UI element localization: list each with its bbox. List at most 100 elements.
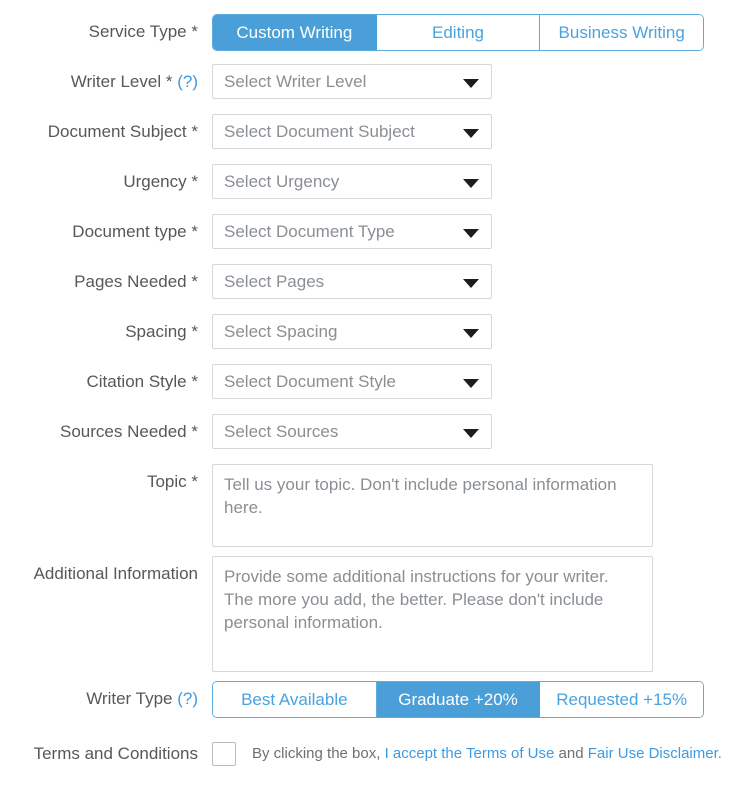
label-writer-level: Writer Level * (?) <box>0 64 212 99</box>
form-row-sources-needed: Sources Needed * Select Sources <box>0 414 744 464</box>
select-document-subject[interactable]: Select Document Subject <box>212 114 492 149</box>
label-spacing: Spacing * <box>0 314 212 349</box>
link-terms-of-use[interactable]: I accept the Terms of Use <box>385 745 555 762</box>
label-urgency: Urgency * <box>0 164 212 199</box>
button-requested[interactable]: Requested +15% <box>540 682 703 717</box>
control-document-type: Select Document Type <box>212 214 744 249</box>
label-spacing-text: Spacing <box>125 322 187 341</box>
control-pages-needed: Select Pages <box>212 264 744 299</box>
label-document-subject-text: Document Subject <box>47 122 187 141</box>
control-spacing: Select Spacing <box>212 314 744 349</box>
select-spacing[interactable]: Select Spacing <box>212 314 492 349</box>
select-sources-needed[interactable]: Select Sources <box>212 414 492 449</box>
label-topic: Topic * <box>0 464 212 499</box>
control-terms: By clicking the box, I accept the Terms … <box>212 736 744 771</box>
label-terms-and-conditions: Terms and Conditions <box>33 744 198 763</box>
help-icon[interactable]: (?) <box>177 72 198 91</box>
label-topic-text: Topic <box>146 472 187 491</box>
form-row-writer-type: Writer Type (?) Best Available Graduate … <box>0 681 744 736</box>
button-graduate[interactable]: Graduate +20% <box>376 682 541 717</box>
control-writer-level: Select Writer Level <box>212 64 744 99</box>
label-writer-level-text: Writer Level <box>70 72 162 91</box>
additional-information-textarea[interactable]: Provide some additional instructions for… <box>212 556 653 672</box>
form-row-urgency: Urgency * Select Urgency <box>0 164 744 214</box>
label-writer-type-text: Writer Type <box>86 689 173 708</box>
form-row-document-type: Document type * Select Document Type <box>0 214 744 264</box>
button-best-available[interactable]: Best Available <box>213 682 377 717</box>
form-row-topic: Topic * Tell us your topic. Don't includ… <box>0 464 744 556</box>
form-row-terms: Terms and Conditions By clicking the box… <box>0 736 744 786</box>
tab-editing[interactable]: Editing <box>376 15 541 50</box>
chevron-down-icon <box>463 328 479 338</box>
terms-text-middle: and <box>554 745 588 762</box>
required-asterisk: * <box>165 72 173 91</box>
topic-textarea[interactable]: Tell us your topic. Don't include person… <box>212 464 653 547</box>
label-document-type: Document type * <box>0 214 212 249</box>
chevron-down-icon <box>463 428 479 438</box>
control-topic: Tell us your topic. Don't include person… <box>212 464 744 547</box>
required-asterisk: * <box>191 472 198 491</box>
label-pages-needed: Pages Needed * <box>0 264 212 299</box>
label-urgency-text: Urgency <box>123 172 187 191</box>
required-asterisk: * <box>191 372 198 391</box>
chevron-down-icon <box>463 78 479 88</box>
required-asterisk: * <box>191 22 198 41</box>
link-fair-use-disclaimer[interactable]: Fair Use Disclaimer. <box>588 745 722 762</box>
label-additional-information: Additional Information <box>33 564 198 583</box>
form-row-pages-needed: Pages Needed * Select Pages <box>0 264 744 314</box>
required-asterisk: * <box>191 122 198 141</box>
chevron-down-icon <box>463 378 479 388</box>
form-row-additional-information: Additional Information Provide some addi… <box>0 556 744 681</box>
select-pages-needed-value: Select Pages <box>224 271 325 291</box>
terms-text: By clicking the box, I accept the Terms … <box>252 745 722 762</box>
label-service-type-text: Service Type <box>88 22 187 41</box>
select-spacing-value: Select Spacing <box>224 321 338 341</box>
order-form: Service Type * Custom Writing Editing Bu… <box>0 0 744 797</box>
chevron-down-icon <box>463 178 479 188</box>
select-citation-style-value: Select Document Style <box>224 371 396 391</box>
required-asterisk: * <box>191 322 198 341</box>
form-row-document-subject: Document Subject * Select Document Subje… <box>0 114 744 164</box>
required-asterisk: * <box>191 222 198 241</box>
label-document-subject: Document Subject * <box>0 114 212 149</box>
select-citation-style[interactable]: Select Document Style <box>212 364 492 399</box>
control-additional-information: Provide some additional instructions for… <box>212 556 744 672</box>
required-asterisk: * <box>191 422 198 441</box>
label-sources-needed-text: Sources Needed <box>60 422 187 441</box>
help-icon[interactable]: (?) <box>177 689 198 708</box>
label-citation-style-text: Citation Style <box>86 372 187 391</box>
form-row-service-type: Service Type * Custom Writing Editing Bu… <box>0 14 744 64</box>
tab-custom-writing[interactable]: Custom Writing <box>213 15 377 50</box>
select-document-subject-value: Select Document Subject <box>224 121 415 141</box>
writer-type-button-group[interactable]: Best Available Graduate +20% Requested +… <box>212 681 704 718</box>
select-urgency[interactable]: Select Urgency <box>212 164 492 199</box>
form-row-spacing: Spacing * Select Spacing <box>0 314 744 364</box>
label-writer-type: Writer Type (?) <box>0 681 212 716</box>
label-sources-needed: Sources Needed * <box>0 414 212 449</box>
terms-wrapper: By clicking the box, I accept the Terms … <box>212 736 744 771</box>
label-citation-style: Citation Style * <box>0 364 212 399</box>
select-document-type[interactable]: Select Document Type <box>212 214 492 249</box>
required-asterisk: * <box>191 172 198 191</box>
terms-checkbox[interactable] <box>212 741 236 766</box>
control-service-type: Custom Writing Editing Business Writing <box>212 14 744 51</box>
label-pages-needed-text: Pages Needed <box>74 272 187 291</box>
control-writer-type: Best Available Graduate +20% Requested +… <box>212 681 744 718</box>
label-document-type-text: Document type <box>72 222 187 241</box>
form-row-citation-style: Citation Style * Select Document Style <box>0 364 744 414</box>
chevron-down-icon <box>463 228 479 238</box>
required-asterisk: * <box>191 272 198 291</box>
select-pages-needed[interactable]: Select Pages <box>212 264 492 299</box>
label-service-type: Service Type * <box>0 14 212 49</box>
select-writer-level[interactable]: Select Writer Level <box>212 64 492 99</box>
chevron-down-icon <box>463 278 479 288</box>
select-document-type-value: Select Document Type <box>224 221 395 241</box>
terms-text-before: By clicking the box, <box>252 745 385 762</box>
service-type-tab-group[interactable]: Custom Writing Editing Business Writing <box>212 14 704 51</box>
chevron-down-icon <box>463 128 479 138</box>
control-document-subject: Select Document Subject <box>212 114 744 149</box>
select-urgency-value: Select Urgency <box>224 171 340 191</box>
select-writer-level-value: Select Writer Level <box>224 71 367 91</box>
tab-business-writing[interactable]: Business Writing <box>540 15 703 50</box>
select-sources-needed-value: Select Sources <box>224 421 339 441</box>
